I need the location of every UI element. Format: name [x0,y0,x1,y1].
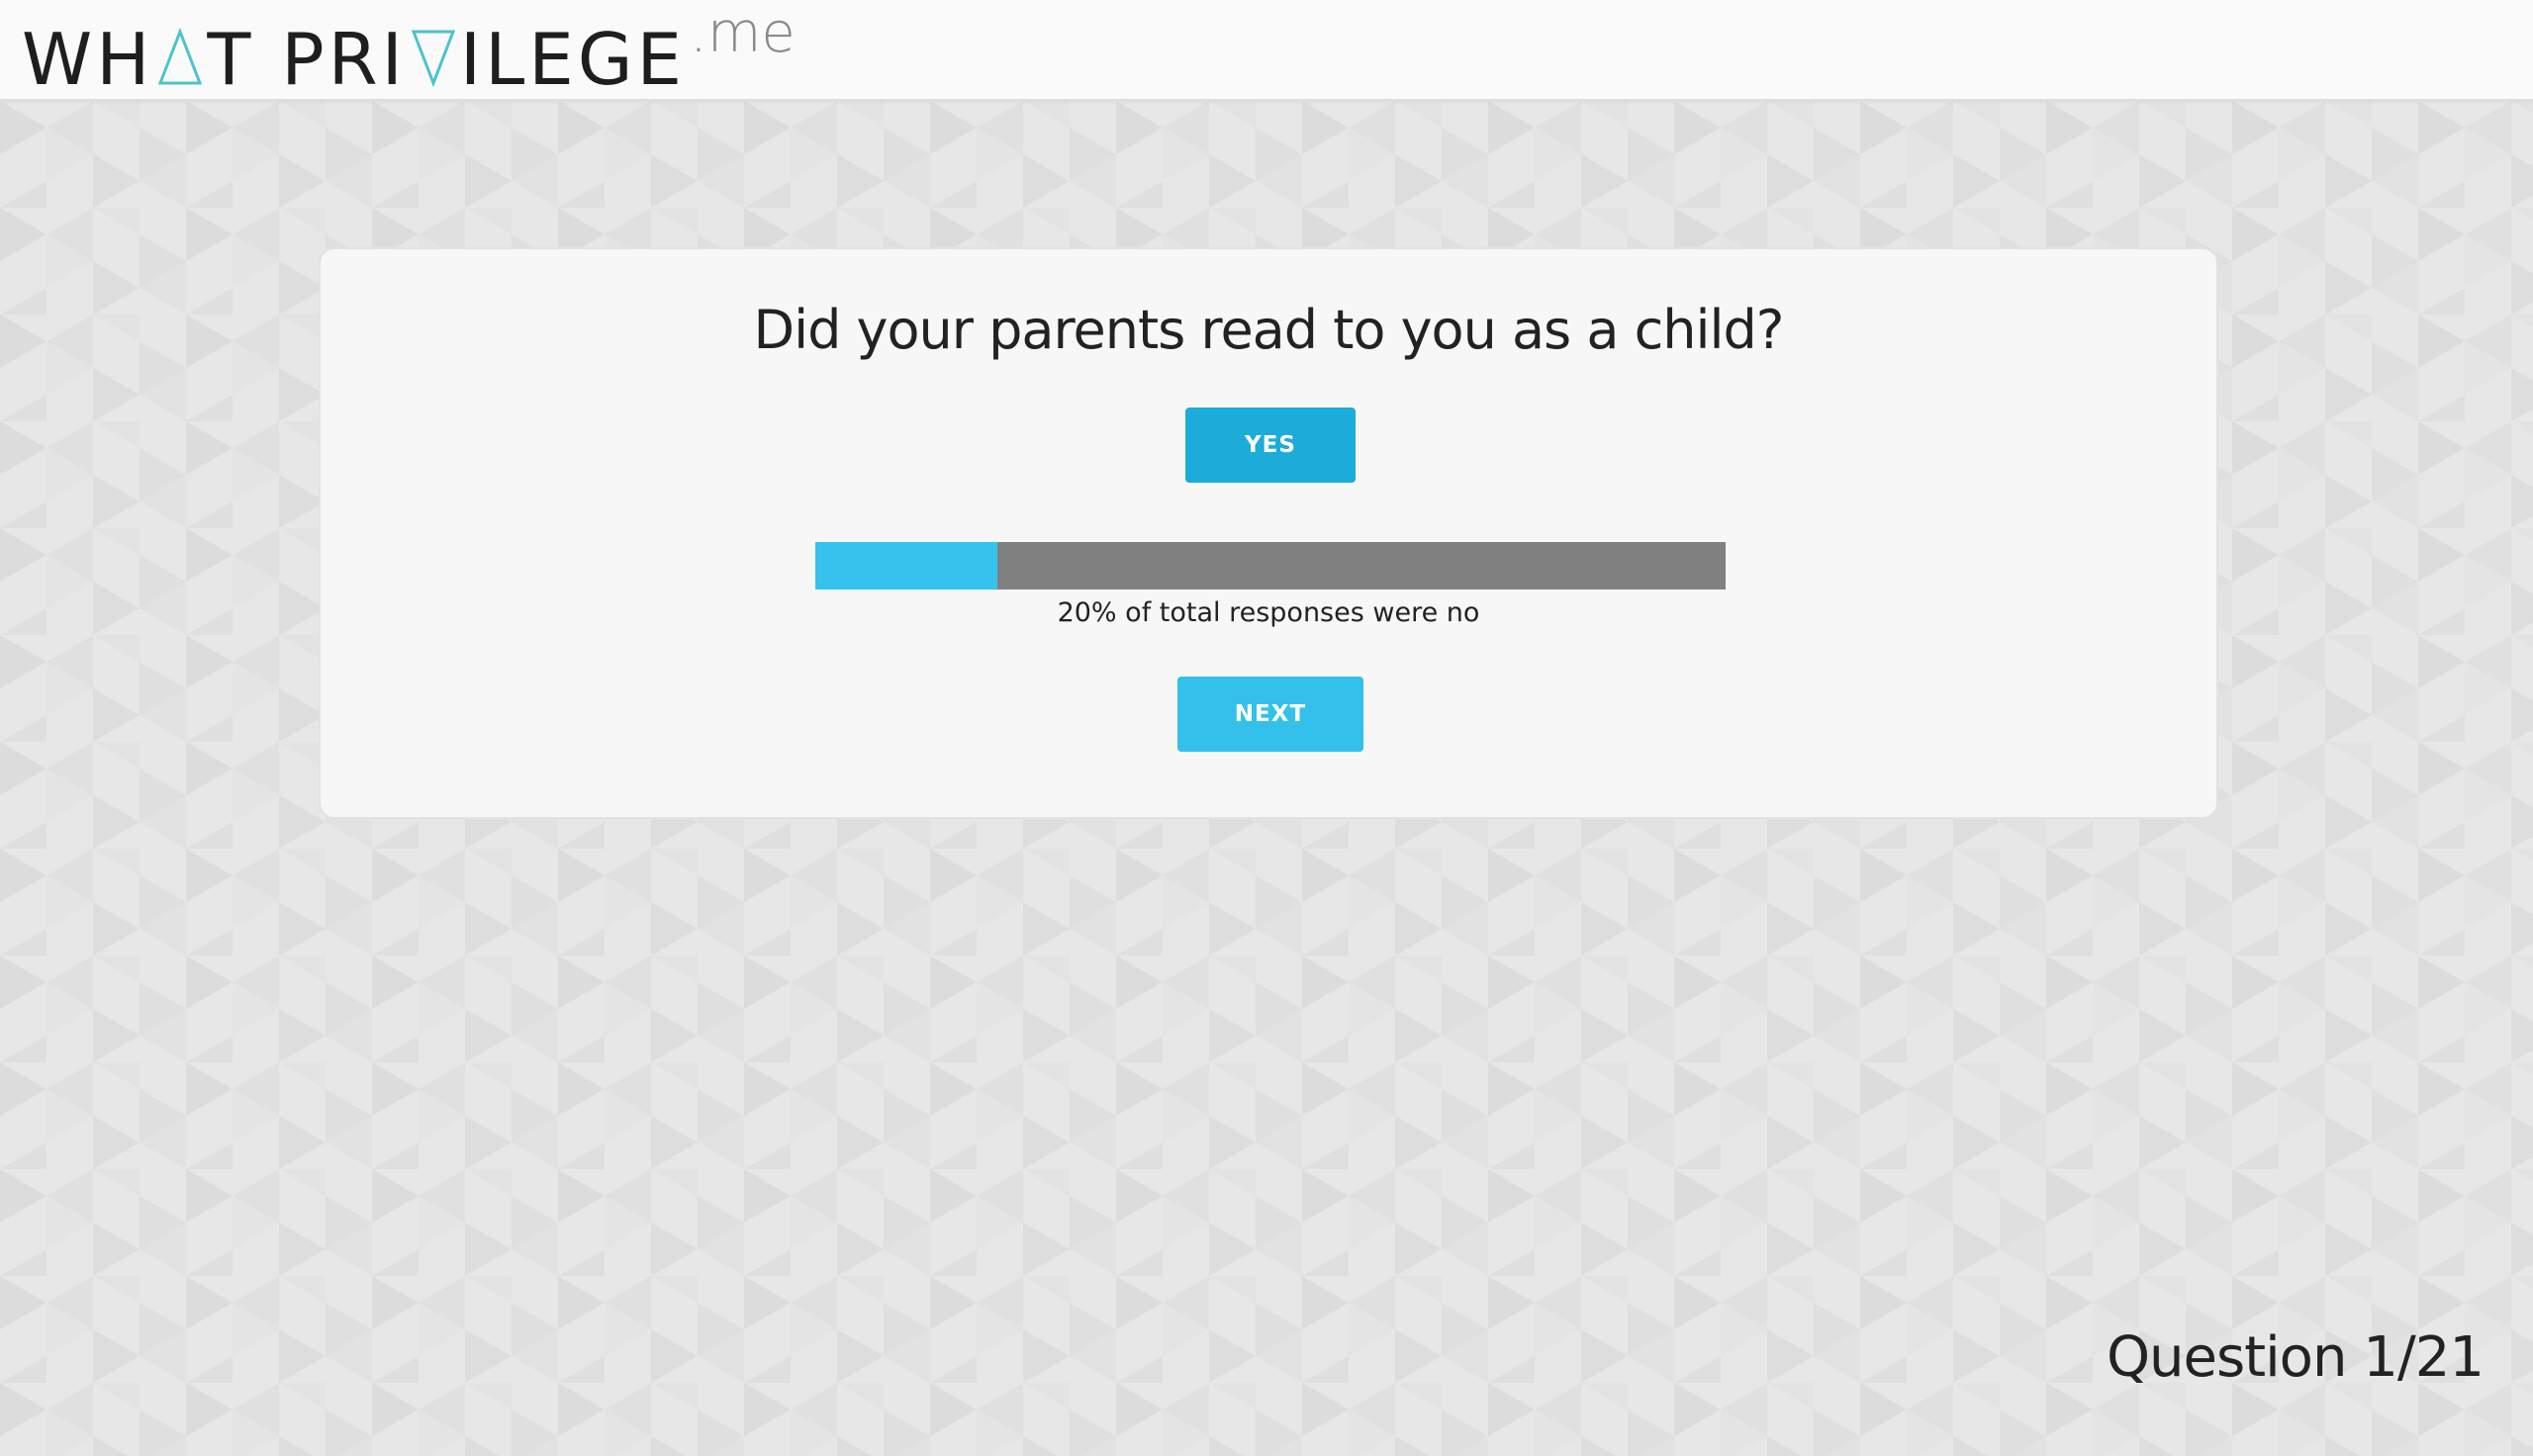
logo-tld: .me [690,1,796,65]
logo-triangle-down-icon [411,30,456,87]
question-text: Did your parents read to you as a child? [753,299,1785,361]
response-progress-bar [815,542,1726,590]
logo-triangle-up-icon [158,28,203,85]
logo-text-part-2: T PRI [207,18,407,101]
response-caption: 20% of total responses were no [1057,597,1480,628]
question-card: Did your parents read to you as a child?… [319,247,2218,819]
question-counter: Question 1/21 [2106,1325,2485,1390]
next-button[interactable]: NEXT [1177,677,1363,752]
site-logo[interactable]: WH T PRI ILEGE .me [22,2,796,96]
logo-text-part-3: ILEGE [459,18,687,101]
yes-button[interactable]: YES [1185,408,1356,483]
response-progress-fill [815,542,997,590]
logo-wordmark: WH T PRI ILEGE [22,24,686,95]
top-header: WH T PRI ILEGE .me [0,0,2533,101]
logo-text-part-1: WH [22,18,154,101]
